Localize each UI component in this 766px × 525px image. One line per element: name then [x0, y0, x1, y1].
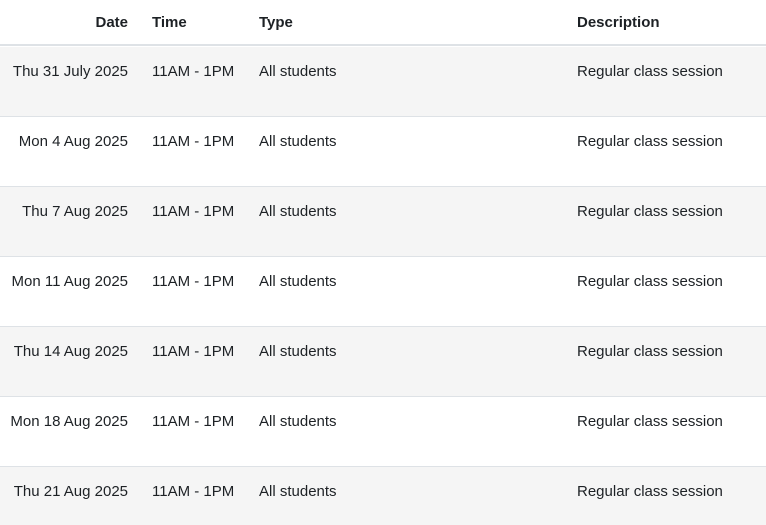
cell-date: Thu 31 July 2025: [12, 63, 128, 80]
cell-date: Thu 21 Aug 2025: [13, 483, 128, 500]
cell-time: 11AM - 1PM: [152, 133, 235, 150]
cell-time: 11AM - 1PM: [152, 273, 235, 290]
cell-date: Mon 4 Aug 2025: [18, 133, 128, 150]
cell-type: All students: [259, 483, 337, 500]
table-row: Thu 21 Aug 2025 11AM - 1PM All students …: [0, 467, 766, 525]
column-header-time[interactable]: Time: [152, 13, 187, 33]
table-row: Mon 11 Aug 2025 11AM - 1PM All students …: [0, 257, 766, 327]
cell-type: All students: [259, 133, 337, 150]
cell-description: Regular class session: [577, 273, 723, 290]
table-row: Thu 7 Aug 2025 11AM - 1PM All students R…: [0, 187, 766, 257]
table-row: Mon 18 Aug 2025 11AM - 1PM All students …: [0, 397, 766, 467]
column-header-type[interactable]: Type: [259, 13, 293, 33]
session-table: Date Time Type Description Thu 31 July 2…: [0, 0, 766, 525]
column-header-description[interactable]: Description: [577, 13, 660, 33]
cell-description: Regular class session: [577, 203, 723, 220]
cell-description: Regular class session: [577, 483, 723, 500]
cell-time: 11AM - 1PM: [152, 343, 235, 360]
cell-description: Regular class session: [577, 63, 723, 80]
cell-time: 11AM - 1PM: [152, 413, 235, 430]
column-header-date[interactable]: Date: [95, 13, 128, 33]
cell-description: Regular class session: [577, 133, 723, 150]
cell-type: All students: [259, 63, 337, 80]
table-header: Date Time Type Description: [0, 0, 766, 46]
cell-time: 11AM - 1PM: [152, 203, 235, 220]
cell-type: All students: [259, 273, 337, 290]
cell-type: All students: [259, 203, 337, 220]
cell-time: 11AM - 1PM: [152, 483, 235, 500]
cell-description: Regular class session: [577, 343, 723, 360]
cell-date: Mon 18 Aug 2025: [10, 413, 128, 430]
cell-time: 11AM - 1PM: [152, 63, 235, 80]
table-body: Thu 31 July 2025 11AM - 1PM All students…: [0, 47, 766, 525]
table-row: Thu 31 July 2025 11AM - 1PM All students…: [0, 47, 766, 117]
cell-date: Thu 7 Aug 2025: [22, 203, 128, 220]
table-row: Thu 14 Aug 2025 11AM - 1PM All students …: [0, 327, 766, 397]
cell-description: Regular class session: [577, 413, 723, 430]
cell-date: Mon 11 Aug 2025: [11, 273, 128, 290]
table-row: Mon 4 Aug 2025 11AM - 1PM All students R…: [0, 117, 766, 187]
cell-type: All students: [259, 343, 337, 360]
cell-type: All students: [259, 413, 337, 430]
cell-date: Thu 14 Aug 2025: [13, 343, 128, 360]
